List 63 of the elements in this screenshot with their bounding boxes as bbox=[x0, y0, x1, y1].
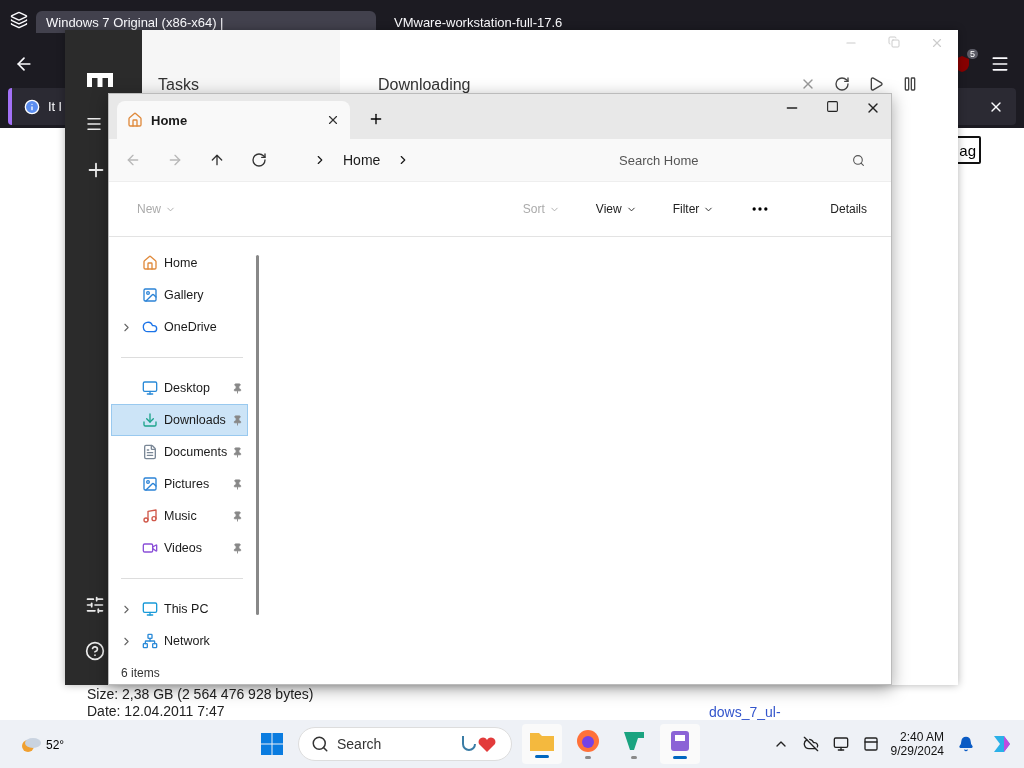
nav-item[interactable]: Videos bbox=[111, 532, 248, 564]
details-button[interactable]: Details bbox=[830, 202, 867, 216]
desktop-icon bbox=[142, 380, 158, 396]
computer-icon bbox=[142, 601, 158, 617]
cloud-icon bbox=[142, 319, 158, 335]
breadcrumb-item[interactable]: Home bbox=[343, 152, 381, 168]
menu-icon[interactable] bbox=[990, 54, 1010, 74]
video-icon bbox=[142, 540, 158, 556]
file-detail: Date: 12.04.2011 7:47 bbox=[87, 704, 226, 719]
refresh-icon[interactable] bbox=[834, 76, 850, 92]
close-icon[interactable] bbox=[326, 113, 340, 127]
browser-icon[interactable] bbox=[576, 729, 600, 753]
nav-item[interactable]: OneDrive bbox=[111, 311, 248, 343]
start-icon[interactable] bbox=[260, 732, 284, 756]
status-text: 6 items bbox=[121, 666, 160, 680]
nav-item[interactable]: This PC bbox=[111, 593, 248, 625]
nav-item[interactable]: Network bbox=[111, 625, 248, 657]
music-icon bbox=[142, 508, 158, 524]
nav-item[interactable]: Downloads bbox=[111, 404, 248, 436]
play-icon[interactable] bbox=[868, 76, 884, 92]
file-detail: Size: 2,38 GB (2 564 476 928 bytes) bbox=[87, 687, 314, 702]
search-field[interactable]: Search Home bbox=[607, 144, 877, 176]
home-icon bbox=[142, 255, 158, 271]
info-icon bbox=[24, 98, 40, 115]
temperature: 52° bbox=[46, 738, 65, 752]
nav-item[interactable]: Music bbox=[111, 500, 248, 532]
editor-icon[interactable] bbox=[622, 729, 646, 753]
clock[interactable]: 2:40 AM 9/29/2024 bbox=[890, 730, 944, 758]
download-icon bbox=[142, 412, 158, 428]
nav-item[interactable]: Documents bbox=[111, 436, 248, 468]
nav-item[interactable]: Desktop bbox=[111, 372, 248, 404]
search-icon bbox=[852, 153, 865, 167]
command-button[interactable]: Filter bbox=[672, 202, 715, 216]
maximize-icon[interactable] bbox=[826, 100, 839, 113]
notification-icon[interactable] bbox=[958, 736, 974, 752]
file-link[interactable]: dows_7_ul- bbox=[709, 704, 781, 720]
picture-icon bbox=[142, 476, 158, 492]
cloud-off-icon[interactable] bbox=[802, 736, 819, 752]
settings-icon[interactable] bbox=[85, 595, 105, 615]
tab-overview-icon[interactable] bbox=[10, 11, 28, 29]
nav-item[interactable]: Gallery bbox=[111, 279, 248, 311]
new-tab-icon[interactable] bbox=[368, 111, 384, 127]
command-button[interactable]: View bbox=[595, 202, 637, 216]
nav-item[interactable]: Home bbox=[111, 247, 248, 279]
taskbar-search[interactable]: Search bbox=[298, 727, 512, 761]
refresh-button[interactable] bbox=[249, 150, 269, 170]
document-icon bbox=[142, 444, 158, 460]
search-icon bbox=[311, 735, 329, 753]
extension-badge: 5 bbox=[967, 49, 978, 59]
help-icon[interactable] bbox=[85, 641, 105, 661]
gallery-icon bbox=[142, 287, 158, 303]
browser-tab[interactable]: Windows 7 Original (x86-x64) | bbox=[36, 11, 376, 33]
browser-tab[interactable]: VMware-workstation-full-17.6 bbox=[384, 11, 684, 33]
nav-item[interactable]: Pictures bbox=[111, 468, 248, 500]
section-title: Downloading bbox=[378, 76, 471, 94]
pause-icon[interactable] bbox=[902, 76, 918, 92]
app-icon[interactable] bbox=[669, 729, 691, 753]
panel-title: Tasks bbox=[158, 76, 199, 94]
explorer-tab[interactable]: Home bbox=[117, 101, 350, 139]
home-icon bbox=[127, 112, 143, 128]
notification-text: It l bbox=[48, 99, 62, 114]
monitor-icon[interactable] bbox=[832, 736, 849, 752]
menu-icon[interactable] bbox=[85, 115, 103, 133]
